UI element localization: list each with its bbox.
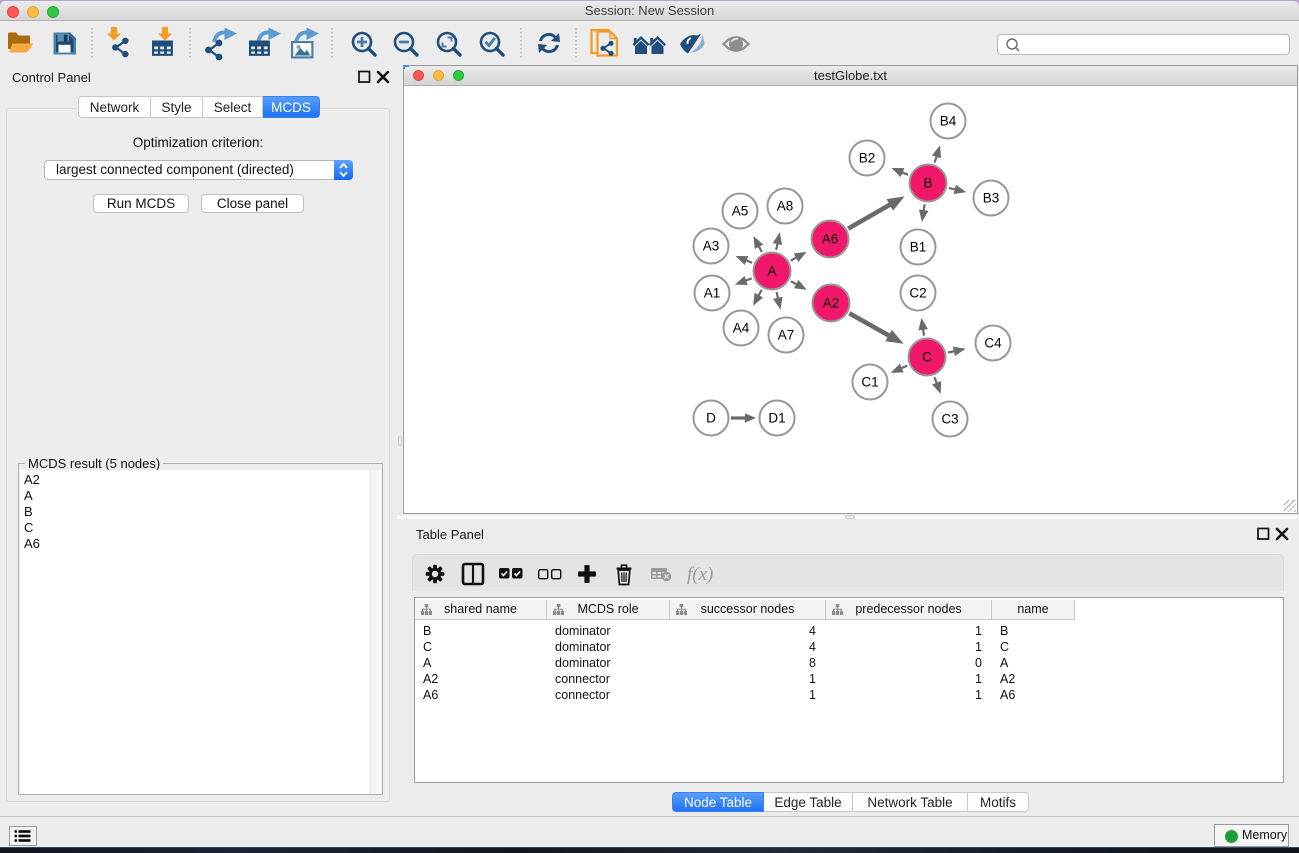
svg-text:B3: B3 (983, 191, 1000, 206)
svg-text:A: A (767, 264, 776, 279)
svg-text:B: B (923, 176, 932, 191)
svg-text:B2: B2 (859, 151, 876, 166)
svg-text:A5: A5 (732, 204, 749, 219)
svg-text:A2: A2 (823, 296, 840, 311)
svg-text:f(x): f(x) (687, 564, 713, 585)
svg-text:A6: A6 (822, 232, 839, 247)
svg-text:C4: C4 (984, 336, 1002, 351)
svg-text:A7: A7 (778, 328, 795, 343)
svg-text:A3: A3 (703, 239, 720, 254)
svg-text:C1: C1 (861, 375, 878, 390)
svg-text:B4: B4 (940, 114, 957, 129)
svg-text:C2: C2 (909, 286, 926, 301)
svg-text:A4: A4 (733, 321, 750, 336)
svg-text:A1: A1 (704, 286, 721, 301)
svg-text:C3: C3 (941, 412, 958, 427)
svg-text:B1: B1 (910, 240, 927, 255)
svg-text:A8: A8 (777, 199, 794, 214)
svg-text:D1: D1 (768, 411, 785, 426)
svg-text:C: C (922, 350, 932, 365)
svg-text:D: D (706, 411, 716, 426)
